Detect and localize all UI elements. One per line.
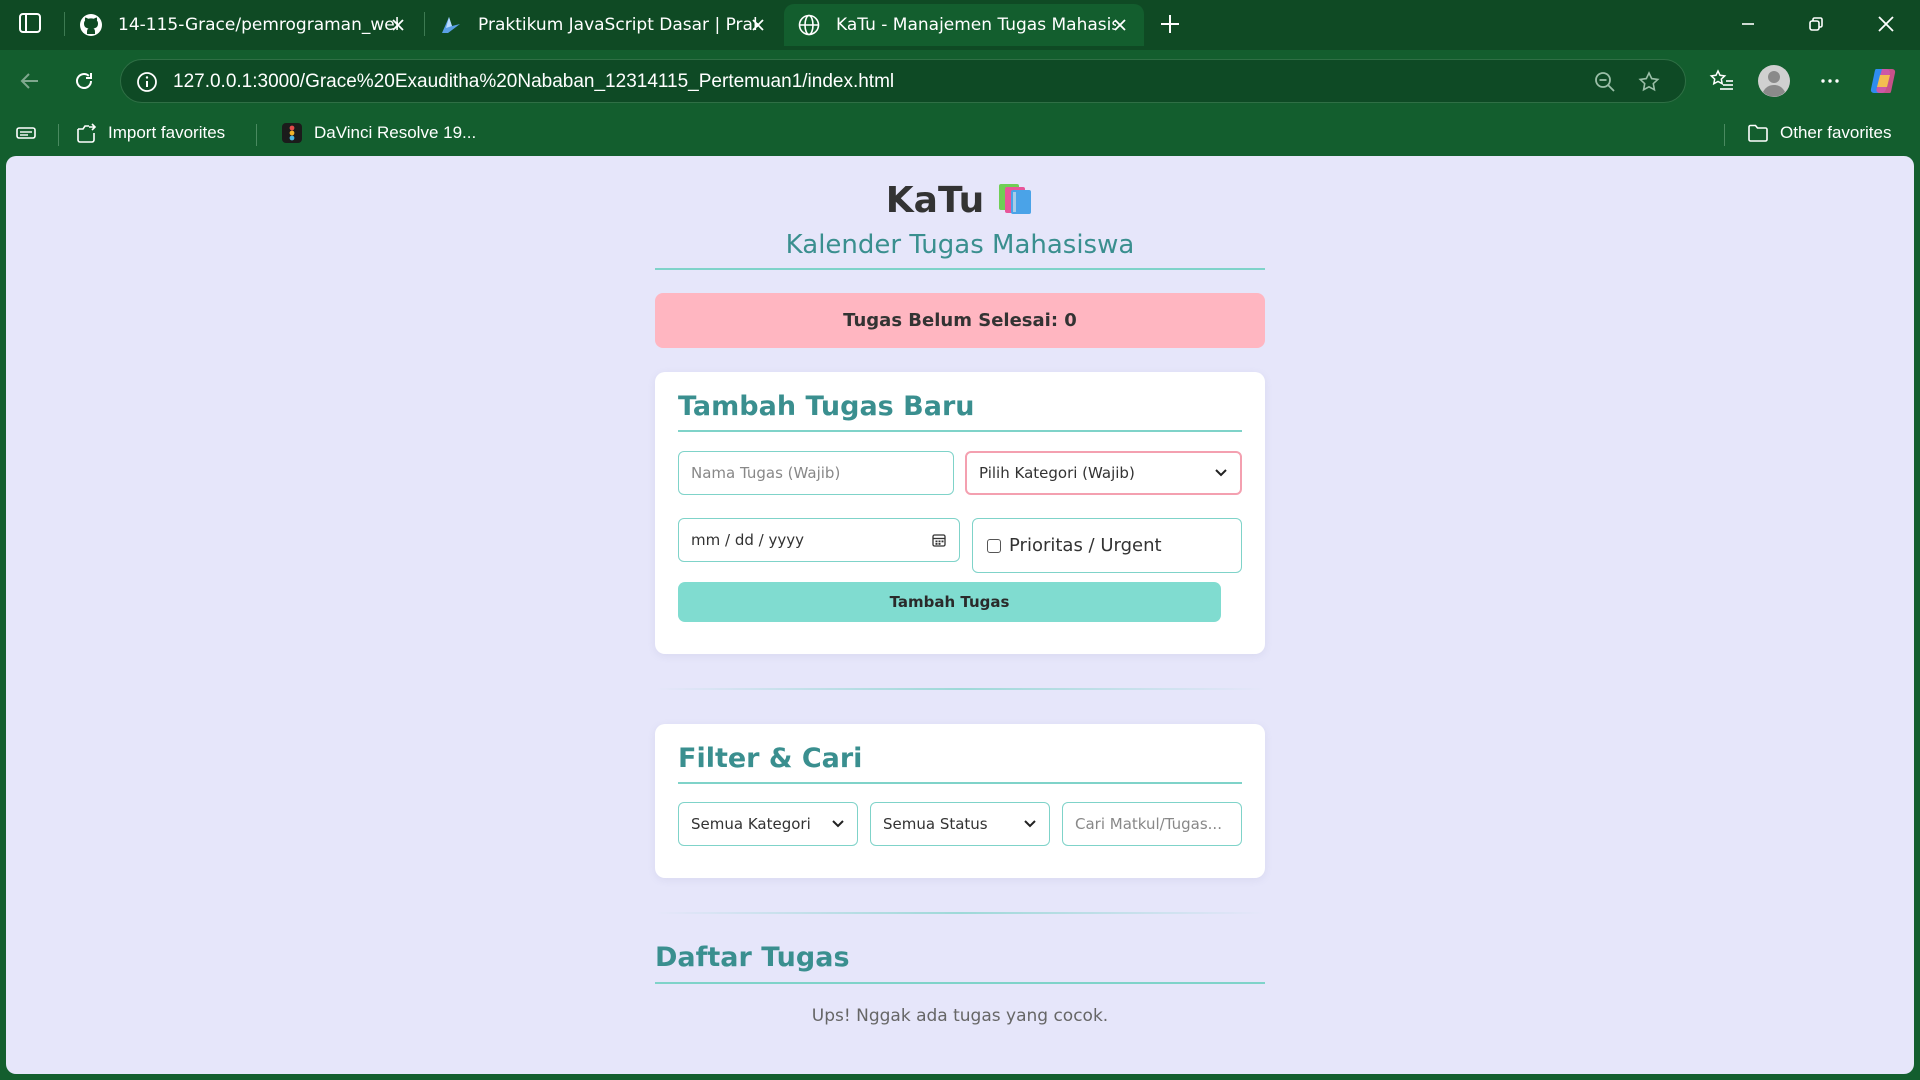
due-date-placeholder: mm / dd / yyyy: [691, 531, 804, 549]
tab-separator: [424, 12, 425, 36]
section-divider: [655, 912, 1265, 914]
import-favorites-link[interactable]: Import favorites: [74, 118, 225, 148]
chevron-down-icon: [1024, 820, 1036, 828]
restore-icon[interactable]: [1796, 8, 1836, 40]
page-viewport: KaTu Kalender Tugas Mahasiswa Tugas Belu…: [6, 156, 1914, 1074]
priority-label: Prioritas / Urgent: [1009, 535, 1162, 556]
browser-toolbar: 127.0.0.1:3000/Grace%20Exauditha%20Nabab…: [0, 50, 1920, 112]
tab-title: KaTu - Manajemen Tugas Mahasiswa: [836, 15, 1116, 35]
davinci-resolve-link[interactable]: DaVinci Resolve 19...: [280, 118, 476, 148]
tab-katu[interactable]: KaTu - Manajemen Tugas Mahasiswa: [784, 4, 1144, 46]
tab-praktikum[interactable]: Praktikum JavaScript Dasar | Prakt: [426, 4, 782, 46]
tab-title: Praktikum JavaScript Dasar | Prakt: [478, 15, 758, 35]
other-favorites-link[interactable]: Other favorites: [1746, 118, 1892, 148]
favorites-separator: [256, 124, 257, 146]
add-task-heading: Tambah Tugas Baru: [678, 391, 975, 422]
globe-icon: [796, 12, 822, 38]
status-filter-value: Semua Status: [883, 815, 988, 833]
davinci-resolve-label: DaVinci Resolve 19...: [314, 123, 477, 142]
category-select-value: Pilih Kategori (Wajib): [979, 464, 1135, 482]
priority-checkbox[interactable]: [987, 538, 1001, 553]
collections-glyph-icon: [14, 121, 38, 145]
priority-checkbox-field[interactable]: Prioritas / Urgent: [972, 518, 1242, 573]
app-title: KaTu: [655, 180, 1265, 221]
zoom-out-icon[interactable]: [1591, 68, 1619, 96]
task-list-heading: Daftar Tugas: [655, 942, 850, 973]
filter-divider: [678, 782, 1242, 784]
minimize-icon[interactable]: [1728, 8, 1768, 40]
status-filter-select[interactable]: Semua Status: [870, 802, 1050, 846]
category-filter-value: Semua Kategori: [691, 815, 811, 833]
chevron-down-icon: [1215, 469, 1227, 477]
profile-avatar-icon[interactable]: [1756, 63, 1792, 99]
pending-tasks-banner: Tugas Belum Selesai: 0: [655, 293, 1265, 348]
add-task-card: Tambah Tugas Baru Nama Tugas (Wajib) Pil…: [655, 372, 1265, 654]
tab-separator: [64, 12, 65, 36]
favorites-bar: Import favorites DaVinci Resolve 19... O…: [0, 112, 1920, 154]
favorites-list-icon[interactable]: [1704, 63, 1740, 99]
copilot-icon[interactable]: [1866, 63, 1902, 99]
close-window-icon[interactable]: [1866, 8, 1906, 40]
filter-card: Filter & Cari Semua Kategori Semua Statu…: [655, 724, 1265, 878]
favorite-star-icon[interactable]: [1635, 68, 1663, 96]
app-title-text: KaTu: [885, 180, 985, 221]
more-options-icon[interactable]: [1812, 63, 1848, 99]
site-info-icon[interactable]: [135, 70, 159, 94]
tab-title: 14-115-Grace/pemrograman_web: [118, 15, 398, 35]
close-tab-icon[interactable]: [1108, 13, 1132, 37]
chevron-down-icon: [832, 820, 844, 828]
calendar-icon[interactable]: [931, 532, 947, 548]
import-favorites-label: Import favorites: [108, 123, 226, 142]
other-favorites-label: Other favorites: [1780, 123, 1892, 142]
favorites-separator: [1724, 124, 1725, 146]
app-subtitle: Kalender Tugas Mahasiswa: [785, 230, 1135, 260]
add-task-button[interactable]: Tambah Tugas: [678, 582, 1221, 622]
collections-icon[interactable]: [14, 118, 48, 148]
add-task-divider: [678, 430, 1242, 432]
close-tab-icon[interactable]: [386, 13, 410, 37]
empty-list-message: Ups! Nggak ada tugas yang cocok.: [811, 1006, 1109, 1026]
refresh-icon[interactable]: [66, 63, 102, 99]
new-tab-icon[interactable]: [1154, 8, 1186, 40]
praktikum-site-icon: [438, 12, 464, 38]
import-favorites-icon: [74, 121, 98, 145]
github-icon: [78, 12, 104, 38]
tab-github[interactable]: 14-115-Grace/pemrograman_web: [66, 4, 422, 46]
folder-icon: [1746, 121, 1770, 145]
back-arrow-icon[interactable]: [12, 63, 48, 99]
section-divider: [655, 688, 1265, 690]
task-name-input[interactable]: Nama Tugas (Wajib): [678, 451, 954, 495]
category-filter-select[interactable]: Semua Kategori: [678, 802, 858, 846]
books-icon: [996, 182, 1034, 216]
address-bar[interactable]: 127.0.0.1:3000/Grace%20Exauditha%20Nabab…: [120, 59, 1686, 103]
header-divider: [655, 268, 1265, 270]
sidebar-toggle-icon[interactable]: [14, 10, 46, 38]
filter-heading: Filter & Cari: [678, 743, 863, 774]
search-input[interactable]: Cari Matkul/Tugas...: [1062, 802, 1242, 846]
task-list-divider: [655, 982, 1265, 984]
tab-strip: 14-115-Grace/pemrograman_web Praktikum J…: [0, 0, 1920, 50]
url-text[interactable]: 127.0.0.1:3000/Grace%20Exauditha%20Nabab…: [173, 71, 894, 93]
favorites-separator: [58, 124, 59, 146]
davinci-resolve-icon: [280, 121, 304, 145]
category-select[interactable]: Pilih Kategori (Wajib): [965, 451, 1242, 495]
due-date-input[interactable]: mm / dd / yyyy: [678, 518, 960, 562]
close-tab-icon[interactable]: [746, 13, 770, 37]
